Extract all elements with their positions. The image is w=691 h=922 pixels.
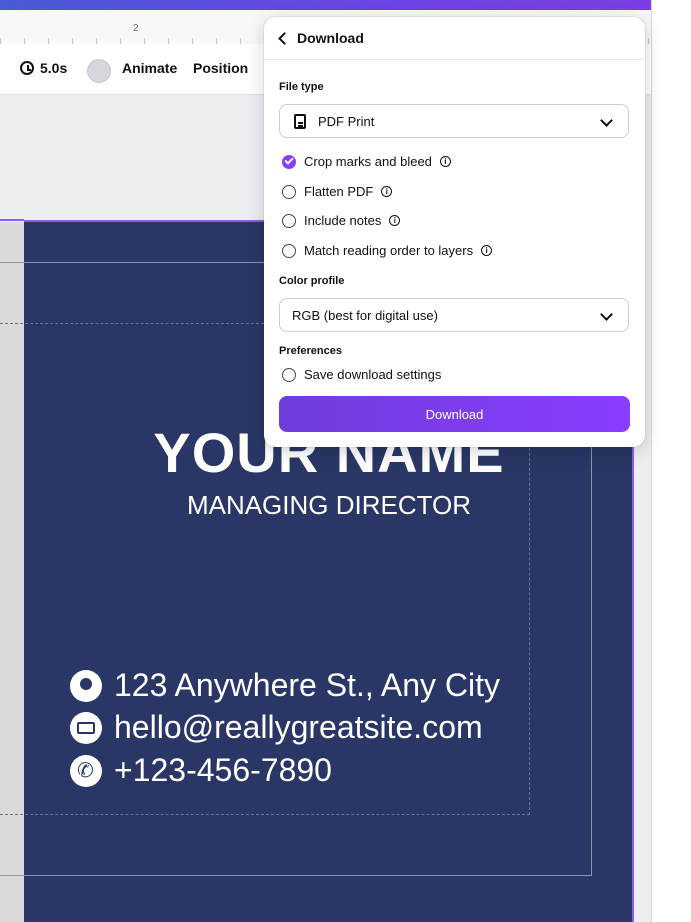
flatten-pdf-label: Flatten PDF <box>304 184 374 199</box>
chevron-down-icon <box>600 308 613 321</box>
reading-order-label: Match reading order to layers <box>304 243 474 258</box>
card-email-line[interactable]: hello@reallygreatsite.com <box>70 709 483 746</box>
download-button[interactable]: Download <box>279 396 630 432</box>
card-address-text: 123 Anywhere St., Any City <box>114 667 500 703</box>
panel-title: Download <box>297 30 364 46</box>
color-profile-value: RGB (best for digital use) <box>292 307 438 323</box>
preferences-label: Preferences <box>279 345 342 357</box>
phone-icon <box>70 754 102 787</box>
checkbox-icon <box>282 367 296 382</box>
download-panel-header: Download <box>264 17 645 60</box>
card-address-line[interactable]: 123 Anywhere St., Any City <box>70 667 500 704</box>
card-phone-text: +123-456-7890 <box>114 752 332 788</box>
info-icon[interactable]: i <box>481 245 493 256</box>
file-type-label: File type <box>279 81 324 93</box>
download-panel: Download File type PDF Print Crop marks … <box>264 17 645 447</box>
chevron-left-icon <box>278 31 291 45</box>
save-settings-label: Save download settings <box>304 367 442 382</box>
mail-icon <box>70 711 102 744</box>
card-email-text: hello@reallygreatsite.com <box>114 709 483 745</box>
checkbox-icon <box>282 213 296 228</box>
color-profile-label: Color profile <box>279 275 345 287</box>
editor-top-strip <box>0 0 652 10</box>
flatten-pdf-checkbox[interactable]: Flatten PDF i <box>282 184 393 199</box>
checkbox-icon <box>282 184 296 199</box>
crop-marks-label: Crop marks and bleed <box>304 154 432 169</box>
position-label: Position <box>193 60 249 76</box>
clock-icon <box>20 61 34 75</box>
document-icon <box>294 113 306 129</box>
file-type-select[interactable]: PDF Print <box>279 104 629 138</box>
selection-border <box>0 219 24 221</box>
color-swatch-button[interactable] <box>87 59 111 83</box>
duration-button[interactable]: 5.0s <box>20 60 67 76</box>
animate-label: Animate <box>122 60 178 76</box>
animate-button[interactable]: Animate <box>122 60 177 76</box>
info-icon[interactable]: i <box>439 156 451 167</box>
crop-marks-checkbox[interactable]: Crop marks and bleed i <box>282 154 451 169</box>
file-type-value: PDF Print <box>318 113 375 129</box>
back-button[interactable]: Download <box>278 30 364 46</box>
duration-label: 5.0s <box>40 60 68 76</box>
info-icon[interactable]: i <box>381 186 393 197</box>
card-phone-line[interactable]: +123-456-7890 <box>70 752 332 789</box>
info-icon[interactable]: i <box>389 215 401 226</box>
checkbox-icon <box>282 243 296 258</box>
include-notes-label: Include notes <box>304 213 382 228</box>
location-pin-icon <box>70 669 102 702</box>
reading-order-checkbox[interactable]: Match reading order to layers i <box>282 243 493 258</box>
save-settings-checkbox[interactable]: Save download settings <box>282 367 441 382</box>
checkbox-checked-icon <box>282 154 296 169</box>
card-role-text[interactable]: MANAGING DIRECTOR <box>24 490 634 521</box>
right-gutter <box>652 0 691 922</box>
position-button[interactable]: Position <box>193 60 248 76</box>
ruler-marker: 2 <box>133 23 139 34</box>
color-profile-select[interactable]: RGB (best for digital use) <box>279 298 629 332</box>
include-notes-checkbox[interactable]: Include notes i <box>282 213 401 228</box>
chevron-down-icon <box>600 114 613 127</box>
